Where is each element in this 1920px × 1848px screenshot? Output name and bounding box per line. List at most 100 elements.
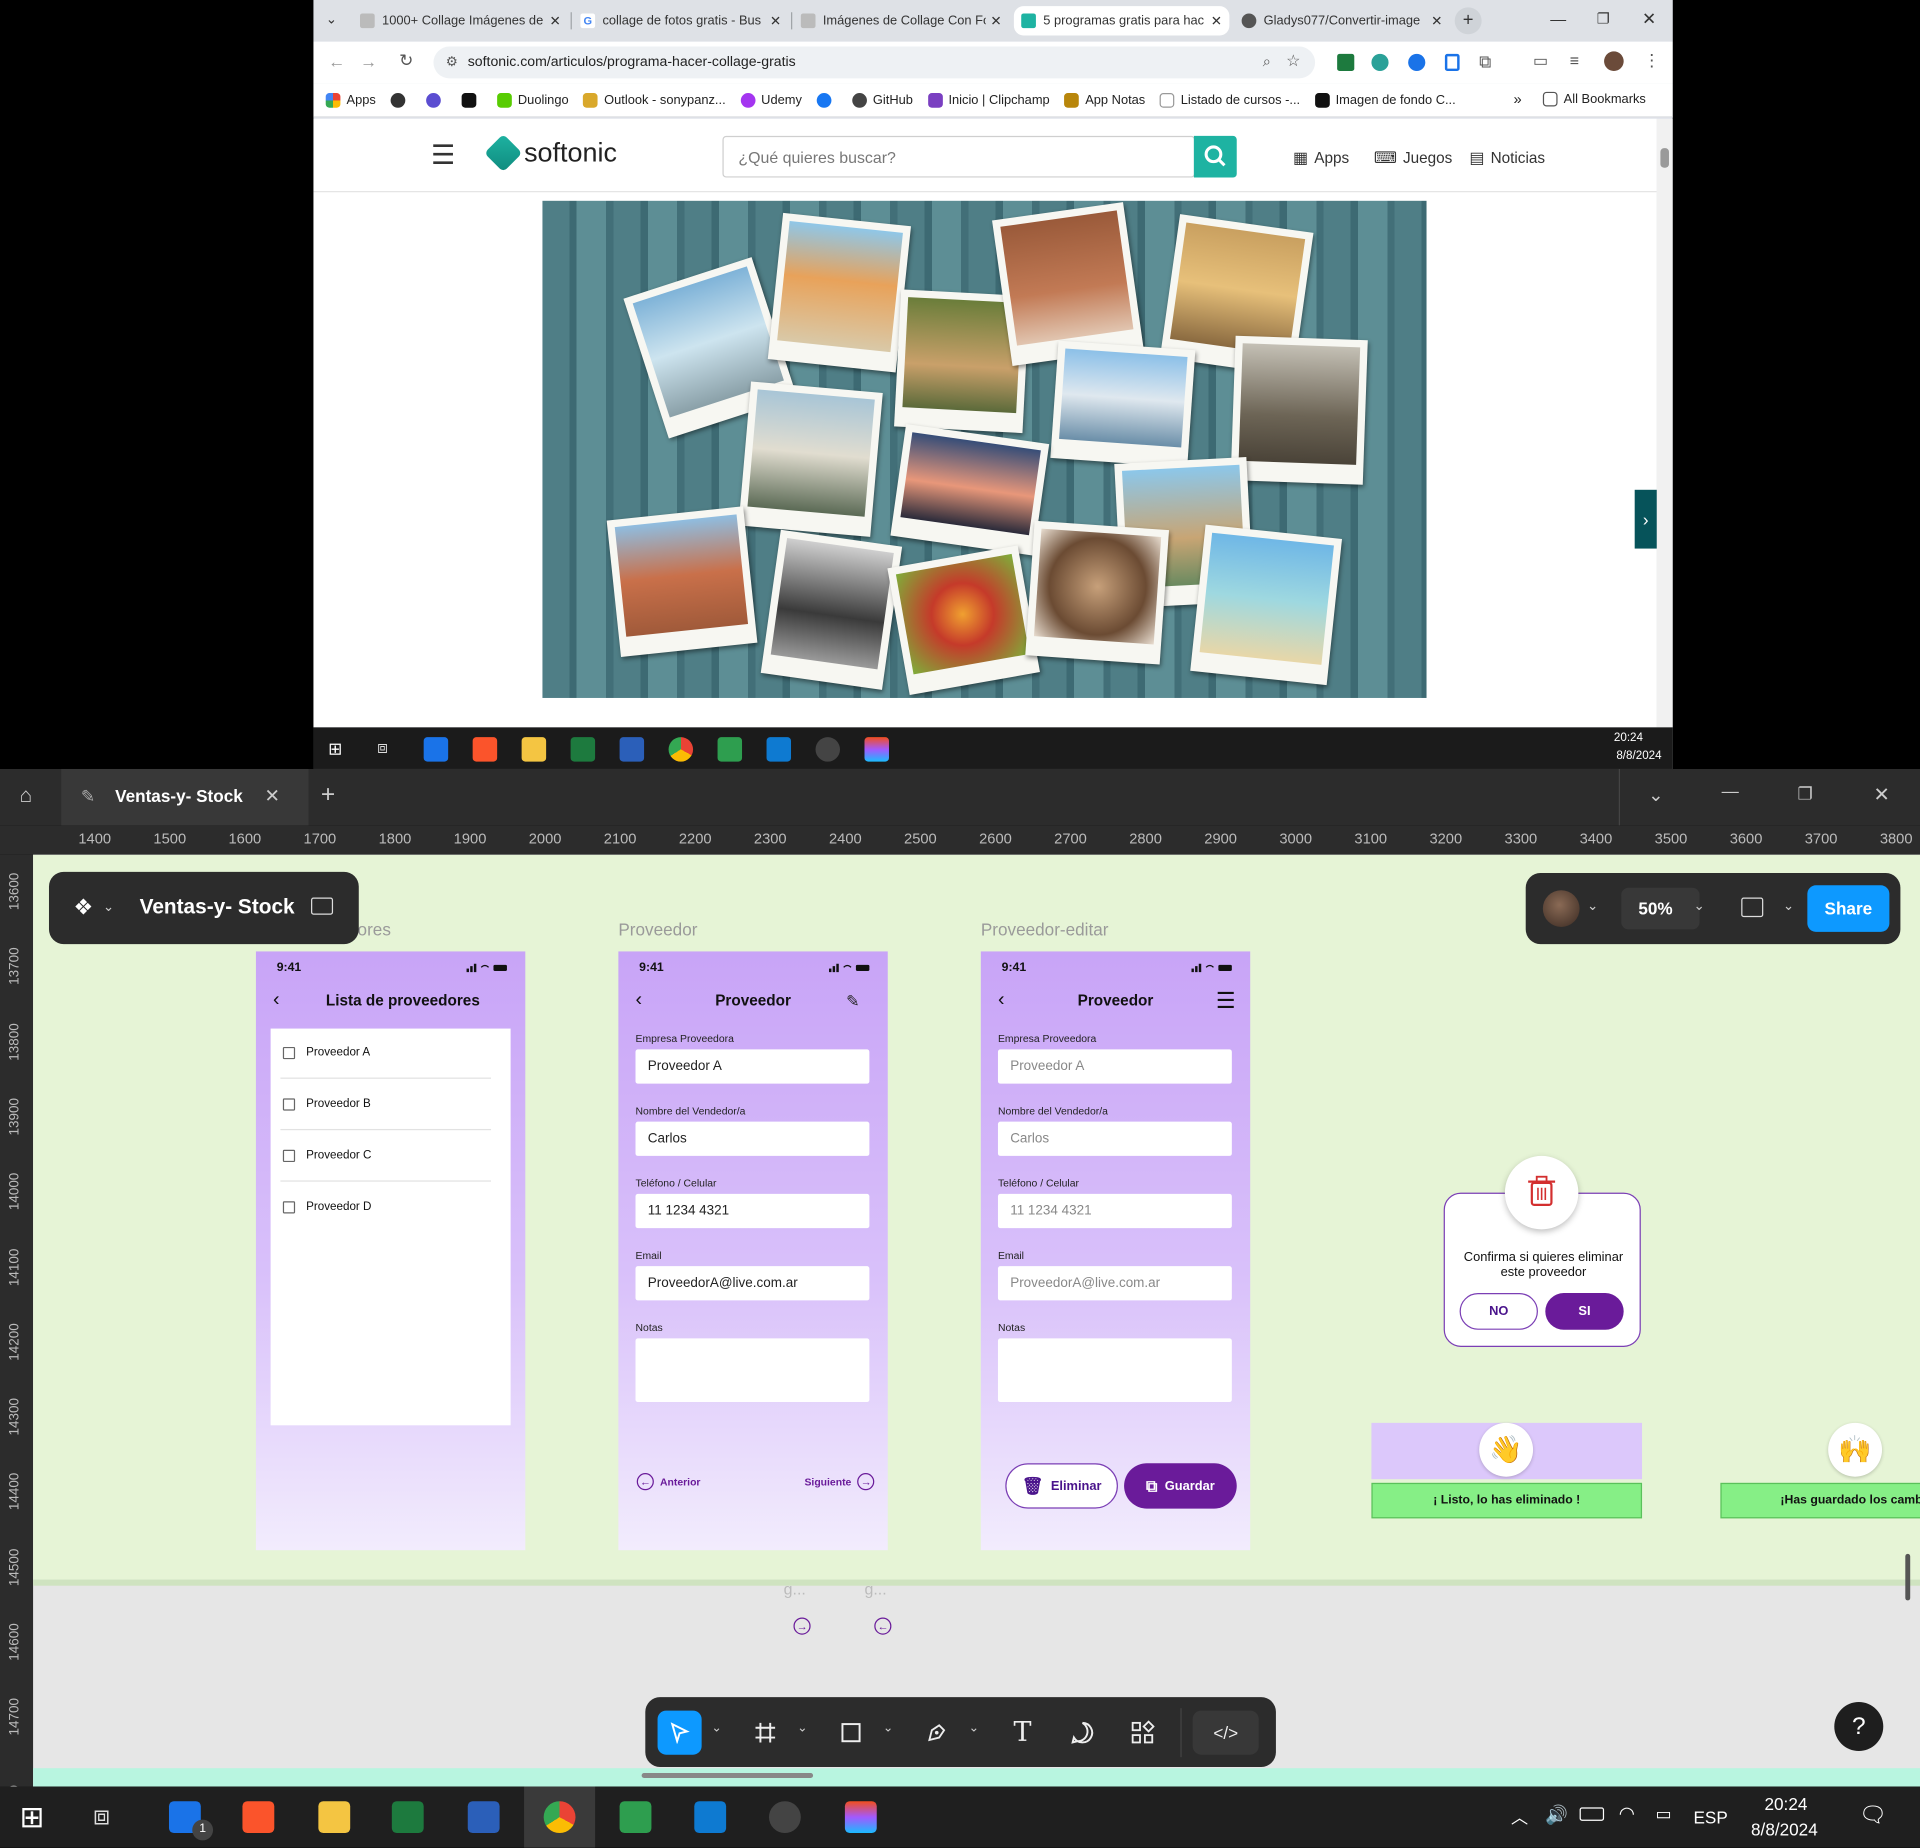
new-tab-button[interactable]: + (1454, 7, 1482, 35)
checkbox[interactable] (282, 1046, 296, 1059)
mail-app-icon[interactable] (423, 737, 449, 762)
close-tab-icon[interactable]: ✕ (550, 13, 561, 29)
chevron-down-icon[interactable]: ⌄ (103, 899, 114, 915)
email-field[interactable]: ProveedorA@live.com.ar (997, 1266, 1232, 1301)
toggle-sidebar-icon[interactable] (311, 897, 334, 915)
toast-saved[interactable]: ¡Has guardado los cambios (1720, 1482, 1920, 1519)
list-item[interactable]: Proveedor B (282, 1097, 371, 1111)
dev-mode-toggle[interactable]: </> (1192, 1710, 1259, 1755)
task-view-icon[interactable]: ⧈ (93, 1800, 110, 1832)
checkbox[interactable] (282, 1097, 296, 1111)
offscreen-label[interactable]: g... (784, 1580, 806, 1598)
bookmark-apps[interactable]: Apps (325, 92, 376, 108)
minimize-icon[interactable]: — (1722, 781, 1739, 801)
restore-icon[interactable]: ❐ (1597, 10, 1610, 27)
word-icon[interactable] (467, 1801, 500, 1834)
hs-app-icon[interactable] (768, 1801, 801, 1834)
file-tab[interactable]: ✎ Ventas-y- Stock ✕ (61, 768, 309, 826)
volume-icon[interactable]: 🔊 (1545, 1804, 1568, 1826)
list-item[interactable]: Proveedor D (282, 1200, 371, 1213)
site-info-icon[interactable]: ⚙ (446, 54, 458, 70)
frame-lista-proveedores[interactable]: 9:41 ‹ Lista de proveedores Proveedor A … (255, 951, 526, 1551)
task-view-icon[interactable]: ⧈ (377, 737, 388, 758)
eliminar-button[interactable]: 🗑 Eliminar (1005, 1463, 1118, 1509)
frame-tool-icon[interactable] (743, 1711, 787, 1755)
email-field[interactable]: ProveedorA@live.com.ar (635, 1266, 870, 1301)
close-tab-icon[interactable]: ✕ (264, 785, 279, 807)
extension-icon[interactable] (1444, 53, 1460, 72)
extension-icon[interactable] (1337, 53, 1355, 72)
toast-deleted[interactable]: ¡ Listo, lo has eliminado ! (1371, 1482, 1643, 1519)
bookmark-github[interactable]: GitHub (852, 92, 913, 108)
chevron-down-icon[interactable]: ⌄ (1587, 898, 1598, 914)
vscode-icon[interactable] (694, 1801, 727, 1834)
browser-tab[interactable]: 1000+ Collage Imágenes de ✕ (353, 6, 569, 35)
media-icon[interactable]: ≡ (1570, 51, 1579, 69)
excel-icon[interactable] (391, 1801, 424, 1834)
cast-icon[interactable]: ▭ (1533, 51, 1548, 71)
arrow-right-circle-icon[interactable]: → (793, 1617, 811, 1635)
language-indicator[interactable]: ESP (1693, 1807, 1727, 1827)
scrollbar-thumb[interactable] (1660, 148, 1669, 168)
frame-title[interactable]: ores (358, 920, 391, 940)
forward-icon[interactable]: → (360, 51, 377, 71)
hamburger-menu-icon[interactable]: ☰ (431, 140, 455, 172)
close-window-icon[interactable]: ✕ (1873, 782, 1889, 806)
figma-logo-icon[interactable]: ❖ (73, 895, 93, 921)
all-bookmarks[interactable]: All Bookmarks (1542, 91, 1646, 107)
help-button[interactable]: ? (1834, 1702, 1884, 1752)
horizontal-scrollbar[interactable] (641, 1773, 814, 1778)
close-tab-icon[interactable]: ✕ (770, 13, 781, 29)
bookmark-imagen-fondo[interactable]: Imagen de fondo C... (1314, 92, 1456, 108)
softonic-logo-icon[interactable] (484, 134, 523, 173)
siguiente-link[interactable]: Siguiente → (804, 1473, 875, 1491)
browser-tab-active[interactable]: 5 programas gratis para hac ✕ (1013, 6, 1230, 36)
file-name[interactable]: Ventas-y- Stock (140, 895, 295, 919)
edit-pencil-icon[interactable]: ✎ (846, 992, 859, 1012)
bookmark-star-icon[interactable]: ☆ (1286, 51, 1300, 71)
bookmark-ty[interactable] (461, 92, 483, 108)
zoom-level[interactable]: 50% (1638, 899, 1672, 919)
zoom-icon[interactable]: ⌕ (1263, 53, 1271, 71)
vendedor-field[interactable]: Carlos (997, 1121, 1232, 1156)
bookmark-outlook[interactable]: Outlook - sonypanz... (583, 92, 726, 108)
bookmark-duolingo[interactable]: Duolingo (497, 92, 569, 108)
chevron-down-icon[interactable]: ⌄ (969, 1722, 979, 1735)
h-app-icon[interactable] (717, 737, 743, 762)
pen-tool-icon[interactable] (915, 1711, 959, 1755)
restore-icon[interactable]: ❐ (1798, 784, 1813, 805)
reload-icon[interactable]: ↻ (399, 50, 413, 71)
chevron-down-icon[interactable]: ⌄ (797, 1722, 807, 1735)
bookmark-eye[interactable] (390, 92, 412, 108)
tab-search-chevron-icon[interactable]: ⌄ (326, 11, 337, 27)
user-avatar[interactable] (1542, 890, 1580, 927)
checkbox[interactable] (282, 1200, 296, 1213)
search-button[interactable] (1193, 135, 1237, 178)
comment-tool-icon[interactable] (1060, 1711, 1104, 1755)
telefono-field[interactable]: 11 1234 4321 (997, 1193, 1232, 1229)
bookmark-udemy[interactable]: Udemy (740, 92, 802, 108)
anterior-link[interactable]: ← Anterior (636, 1473, 700, 1491)
frame-proveedor-editar[interactable]: 9:41 ‹ Proveedor ☰ Empresa Proveedora Pr… (980, 951, 1251, 1551)
list-item[interactable]: Proveedor A (282, 1046, 370, 1059)
wifi-icon[interactable]: ◠ (1619, 1802, 1635, 1825)
present-play-icon[interactable] (1741, 897, 1764, 918)
file-explorer-icon[interactable] (521, 737, 547, 762)
hs-app-icon[interactable] (815, 737, 841, 762)
battery-icon[interactable] (1579, 1807, 1605, 1821)
extension-icon[interactable] (1408, 53, 1426, 72)
figma-taskbar-icon[interactable] (864, 737, 889, 762)
frame-proveedor[interactable]: 9:41 ‹ Proveedor ✎ Empresa Proveedora Pr… (618, 951, 888, 1551)
hamburger-menu-icon[interactable]: ☰ (1216, 988, 1236, 1014)
home-icon[interactable]: ⌂ (20, 784, 33, 808)
arrow-left-circle-icon[interactable]: ← (874, 1617, 892, 1635)
tray-chevron-up-icon[interactable]: ︿ (1511, 1805, 1528, 1829)
text-tool-icon[interactable]: T (1000, 1711, 1044, 1755)
meet-icon[interactable]: ▭ (1656, 1804, 1672, 1825)
notifications-icon[interactable]: 🗨 (1859, 1802, 1887, 1828)
brave-icon[interactable] (472, 737, 498, 762)
word-icon[interactable] (619, 737, 645, 762)
profile-avatar[interactable] (1604, 51, 1624, 72)
clock-date[interactable]: 8/8/2024 (1751, 1820, 1818, 1840)
brave-icon[interactable] (242, 1801, 275, 1834)
